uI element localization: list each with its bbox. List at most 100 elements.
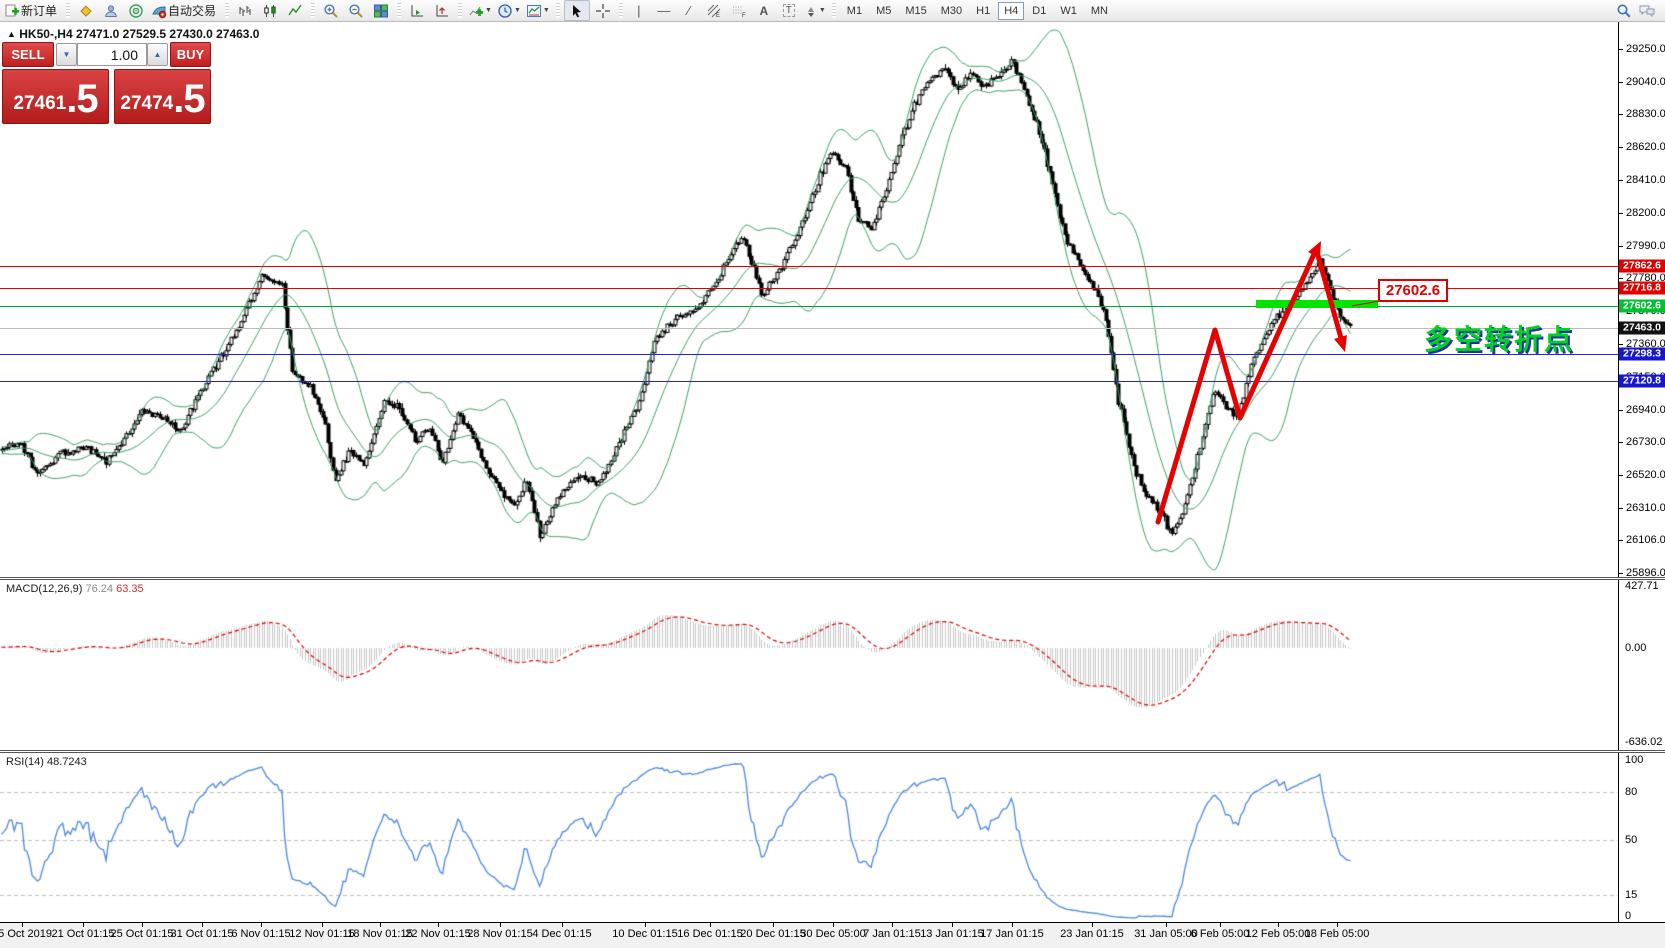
experts-button[interactable]	[74, 1, 98, 20]
price-tick-mark	[1619, 540, 1623, 541]
price-tick-mark	[1619, 573, 1623, 574]
rsi-axis-label: 15	[1625, 889, 1637, 901]
horizontal-line-tool[interactable]: —	[652, 1, 676, 20]
sell-button[interactable]: SELL	[2, 42, 54, 67]
channel-tool[interactable]: F	[727, 1, 751, 20]
timeframe-h1[interactable]: H1	[970, 2, 996, 20]
sell-label: SELL	[11, 47, 44, 62]
timeframe-d1[interactable]: D1	[1026, 2, 1052, 20]
timeframe-h4[interactable]: H4	[998, 2, 1024, 20]
bar-chart-button[interactable]	[233, 1, 257, 20]
price-tick-label: 29040.0	[1626, 76, 1665, 88]
symbol-marker-icon: ▲	[7, 29, 16, 39]
price-tick-mark	[1619, 344, 1623, 345]
rsi-label: RSI(14) 48.7243	[6, 756, 87, 768]
templates-caret: ▼	[543, 7, 550, 14]
trendline-tool[interactable]: ∕	[677, 1, 701, 20]
level-price-label[interactable]: 27602.6	[1378, 279, 1448, 302]
arrows-icon	[804, 4, 818, 18]
vertical-line-icon: |	[637, 3, 640, 18]
trend-zigzag-annotation[interactable]	[0, 22, 1618, 577]
price-tick-label: 26106.0	[1626, 534, 1665, 546]
macd-label: MACD(12,26,9) 76.24 63.35	[6, 583, 144, 595]
accounts-button[interactable]	[99, 1, 123, 20]
one-click-trading-panel: SELL ▼ 1.00 ▲ BUY 27461.5 27474.5	[2, 42, 211, 125]
time-tick-mark	[833, 923, 834, 927]
price-tick-label: 28410.0	[1626, 174, 1665, 186]
time-tick-mark	[438, 923, 439, 927]
cursor-tool-button[interactable]	[564, 0, 590, 21]
zoom-in-button[interactable]	[319, 1, 343, 20]
search-icon[interactable]	[1616, 3, 1632, 19]
auto-scroll-button[interactable]	[405, 1, 429, 20]
crosshair-tool-button[interactable]	[591, 1, 615, 20]
price-tick-label: 26940.0	[1626, 404, 1665, 416]
macd-canvas[interactable]	[0, 580, 1618, 750]
candlestick-chart-button[interactable]	[258, 1, 282, 20]
autotrading-button[interactable]: 自动交易	[149, 1, 221, 20]
price-tick-mark	[1619, 49, 1623, 50]
macd-axis-label: -636.02	[1625, 736, 1662, 748]
zoom-out-button[interactable]	[344, 1, 368, 20]
time-tick-mark	[83, 923, 84, 927]
new-order-button[interactable]: 新订单	[3, 1, 62, 20]
toolbar-grip	[556, 3, 560, 18]
price-tick-mark	[1619, 442, 1623, 443]
volume-input[interactable]: 1.00	[77, 43, 147, 66]
tile-windows-button[interactable]	[369, 1, 393, 20]
rsi-value: 48.7243	[47, 756, 87, 768]
indicators-button[interactable]: ▼	[466, 1, 494, 20]
line-chart-button[interactable]	[283, 1, 307, 20]
channel-icon: F	[731, 3, 747, 19]
chat-icon[interactable]	[1638, 3, 1656, 19]
price-tick-mark	[1619, 180, 1623, 181]
volume-increase-button[interactable]: ▲	[147, 43, 168, 66]
signals-button[interactable]	[124, 1, 148, 20]
svg-text:F: F	[742, 13, 746, 19]
arrows-caret: ▼	[819, 7, 826, 14]
price-tick-mark	[1619, 213, 1623, 214]
chart-shift-button[interactable]	[430, 1, 454, 20]
periods-button[interactable]: ▼	[495, 1, 523, 20]
templates-button[interactable]: ▼	[524, 1, 552, 20]
rsi-axis-label: 0	[1625, 910, 1631, 922]
time-tick-mark	[1220, 923, 1221, 927]
price-tick-mark	[1619, 246, 1623, 247]
text-tool-icon: A	[760, 4, 769, 18]
toolbar-grip	[397, 3, 401, 18]
timeframe-m15[interactable]: M15	[899, 2, 932, 20]
sell-price-display[interactable]: 27461.5	[2, 69, 109, 124]
timeframe-m1[interactable]: M1	[841, 2, 868, 20]
buy-button[interactable]: BUY	[170, 42, 211, 67]
price-tick-mark	[1619, 475, 1623, 476]
price-tick-mark	[1619, 114, 1623, 115]
fibonacci-tool[interactable]: E	[702, 1, 726, 20]
price-badge: 27298.3	[1619, 347, 1665, 360]
price-tick-label: 28830.0	[1626, 108, 1665, 120]
arrows-tool[interactable]: ▼	[802, 1, 828, 20]
ohlc-values: 27471.0 27529.5 27430.0 27463.0	[76, 27, 260, 41]
periods-caret: ▼	[514, 7, 521, 14]
level-price-text: 27602.6	[1386, 282, 1440, 299]
vertical-line-tool[interactable]: |	[627, 1, 651, 20]
macd-panel: MACD(12,26,9) 76.24 63.35	[0, 580, 1618, 750]
price-tick-label: 26310.0	[1626, 502, 1665, 514]
price-badge: 27602.6	[1619, 300, 1665, 313]
text-tool[interactable]: A	[752, 1, 776, 20]
timeframe-mn[interactable]: MN	[1085, 2, 1114, 20]
volume-value: 1.00	[111, 47, 138, 63]
candlestick-icon	[262, 3, 278, 19]
timeframe-w1[interactable]: W1	[1054, 2, 1083, 20]
time-axis[interactable]: 15 Oct 201921 Oct 01:1525 Oct 01:1531 Oc…	[0, 922, 1665, 948]
timeframe-m5[interactable]: M5	[870, 2, 897, 20]
label-tool-icon: T	[783, 4, 795, 17]
time-tick-label: 17 Jan 01:15	[967, 928, 1057, 940]
label-tool[interactable]: T	[777, 1, 801, 20]
time-tick-mark	[892, 923, 893, 927]
buy-price-display[interactable]: 27474.5	[114, 69, 211, 124]
price-badge: 27120.8	[1619, 375, 1665, 388]
volume-decrease-button[interactable]: ▼	[56, 43, 77, 66]
rsi-canvas[interactable]	[0, 753, 1618, 922]
timeframe-m30[interactable]: M30	[935, 2, 968, 20]
toolbar-grip	[311, 3, 315, 18]
